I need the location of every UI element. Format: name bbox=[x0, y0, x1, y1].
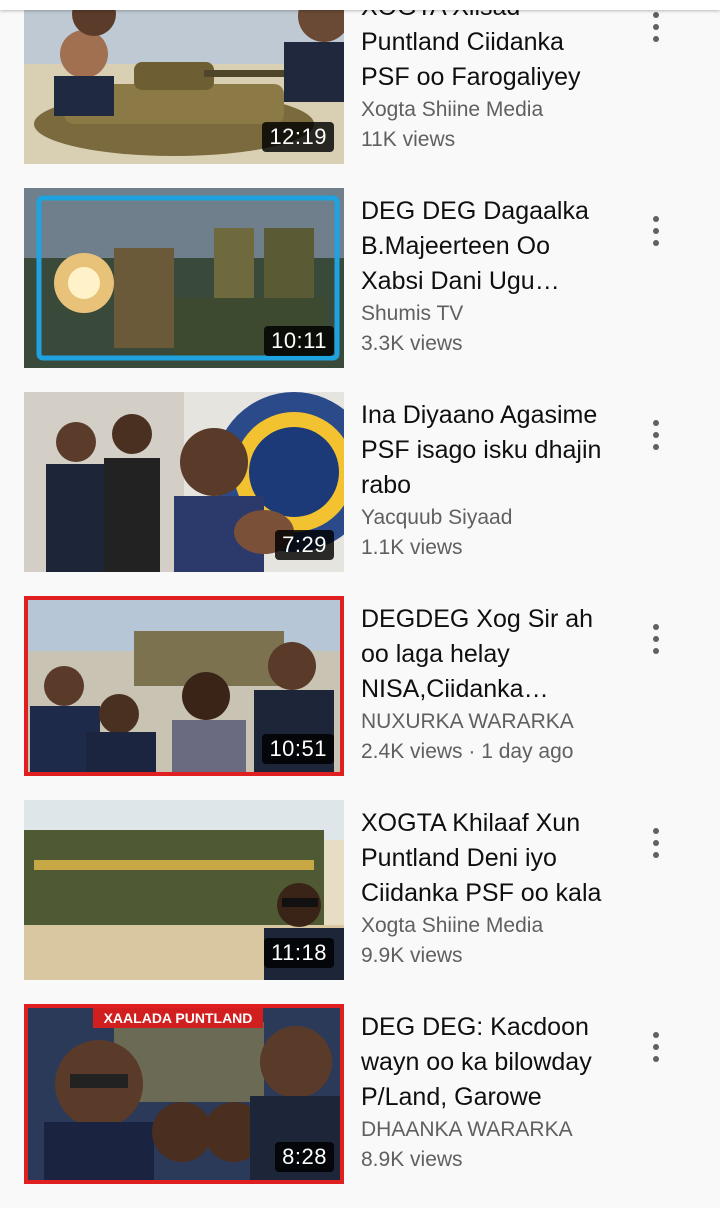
channel-name[interactable]: Xogta Shiine Media bbox=[361, 911, 606, 941]
video-item[interactable]: 10:51 DEGDEG Xog Sir ah oo laga helay NI… bbox=[0, 596, 720, 800]
video-title[interactable]: DEG DEG: Kacdoon wayn oo ka bilowday P/L… bbox=[361, 1010, 606, 1115]
video-feed: 12:19 XOGTA Xiisad Puntland Ciidanka PSF… bbox=[0, 0, 720, 1208]
view-count: 2.4K views · 1 day ago bbox=[361, 740, 574, 763]
channel-name[interactable]: DHAANKA WARARKA bbox=[361, 1115, 606, 1145]
video-item[interactable]: 10:11 DEG DEG Dagaalka B.Majeerteen Oo X… bbox=[0, 188, 720, 392]
video-thumbnail[interactable]: 10:11 bbox=[24, 188, 344, 368]
video-duration: 11:18 bbox=[264, 938, 334, 968]
view-count: 11K views bbox=[361, 128, 456, 151]
video-title[interactable]: XOGTA Khilaaf Xun Puntland Deni iyo Ciid… bbox=[361, 806, 606, 911]
video-meta: DEG DEG: Kacdoon wayn oo ka bilowday P/L… bbox=[361, 1010, 606, 1175]
video-thumbnail[interactable]: 11:18 bbox=[24, 800, 344, 980]
more-options-icon[interactable] bbox=[638, 206, 674, 256]
view-count: 3.3K views bbox=[361, 332, 463, 355]
view-count: 1.1K views bbox=[361, 536, 463, 559]
video-thumbnail[interactable]: 7:29 bbox=[24, 392, 344, 572]
video-meta: DEGDEG Xog Sir ah oo laga helay NISA,Cii… bbox=[361, 602, 606, 767]
video-meta: DEG DEG Dagaalka B.Majeerteen Oo Xabsi D… bbox=[361, 194, 606, 359]
view-count: 9.9K views bbox=[361, 944, 463, 967]
video-duration: 10:11 bbox=[264, 326, 334, 356]
thumbnail-banner-text: XAALADA PUNTLAND bbox=[104, 1010, 253, 1026]
video-duration: 7:29 bbox=[275, 530, 334, 560]
video-duration: 12:19 bbox=[262, 122, 334, 152]
video-duration: 10:51 bbox=[262, 734, 334, 764]
more-options-icon[interactable] bbox=[638, 1022, 674, 1072]
video-meta: XOGTA Khilaaf Xun Puntland Deni iyo Ciid… bbox=[361, 806, 606, 971]
video-title[interactable]: DEG DEG Dagaalka B.Majeerteen Oo Xabsi D… bbox=[361, 194, 606, 299]
video-item[interactable]: XAALADA PUNTLAND 8:28 DEG DEG: Kacdoon w… bbox=[0, 1004, 720, 1208]
channel-name[interactable]: Shumis TV bbox=[361, 299, 606, 329]
more-options-icon[interactable] bbox=[638, 818, 674, 868]
video-thumbnail[interactable]: 10:51 bbox=[24, 596, 344, 776]
video-item[interactable]: 7:29 Ina Diyaano Agasime PSF isago isku … bbox=[0, 392, 720, 596]
video-title[interactable]: DEGDEG Xog Sir ah oo laga helay NISA,Cii… bbox=[361, 602, 606, 707]
video-meta: Ina Diyaano Agasime PSF isago isku dhaji… bbox=[361, 398, 606, 563]
app-top-bar bbox=[0, 0, 720, 10]
video-meta: XOGTA Xiisad Puntland Ciidanka PSF oo Fa… bbox=[361, 0, 606, 155]
channel-name[interactable]: Xogta Shiine Media bbox=[361, 95, 606, 125]
video-duration: 8:28 bbox=[275, 1142, 334, 1172]
view-count: 8.9K views bbox=[361, 1148, 463, 1171]
video-title[interactable]: XOGTA Xiisad Puntland Ciidanka PSF oo Fa… bbox=[361, 0, 606, 95]
video-title[interactable]: Ina Diyaano Agasime PSF isago isku dhaji… bbox=[361, 398, 606, 503]
video-item[interactable]: 12:19 XOGTA Xiisad Puntland Ciidanka PSF… bbox=[0, 0, 720, 188]
video-thumbnail[interactable]: 12:19 bbox=[24, 0, 344, 164]
more-options-icon[interactable] bbox=[638, 410, 674, 460]
channel-name[interactable]: NUXURKA WARARKA bbox=[361, 707, 606, 737]
more-options-icon[interactable] bbox=[638, 614, 674, 664]
channel-name[interactable]: Yacquub Siyaad bbox=[361, 503, 606, 533]
video-thumbnail[interactable]: XAALADA PUNTLAND 8:28 bbox=[24, 1004, 344, 1184]
video-item[interactable]: 11:18 XOGTA Khilaaf Xun Puntland Deni iy… bbox=[0, 800, 720, 1004]
